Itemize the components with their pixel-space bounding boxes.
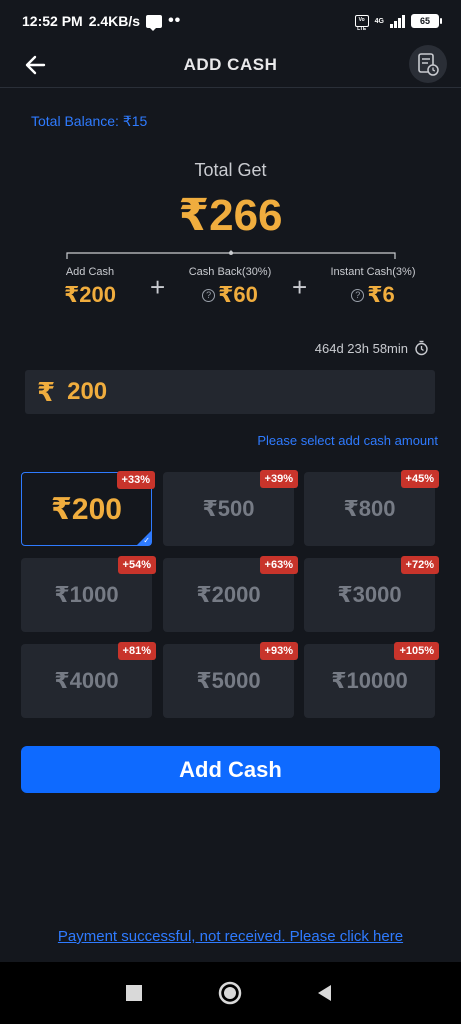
option-value: ₹2000 <box>196 582 261 607</box>
amount-option[interactable]: ₹3000 +72% <box>304 556 439 632</box>
countdown-timer: 464d 23h 58min <box>315 340 429 356</box>
system-nav-bar <box>0 962 461 1024</box>
total-balance: Total Balance: ₹15 <box>31 113 148 129</box>
amount-option[interactable]: ₹10000 +105% <box>304 642 439 718</box>
currency-symbol: ₹ <box>37 376 56 407</box>
stopwatch-icon <box>415 340 428 356</box>
status-dots: •• <box>168 12 182 29</box>
add-cash-button[interactable]: Add Cash <box>21 746 440 793</box>
cash-back-value-wrap: ? ₹60 <box>180 282 280 308</box>
question-circle-icon[interactable]: ? <box>202 288 216 302</box>
app-header: ADD CASH <box>0 42 461 88</box>
instant-cash-value-wrap: ? ₹6 <box>318 282 428 308</box>
status-time: 12:52 PM <box>22 13 83 29</box>
bonus-badge: +81% <box>117 642 156 660</box>
amount-option[interactable]: ₹200 +33% ✓ <box>21 471 155 546</box>
option-value: ₹5000 <box>196 668 261 693</box>
receipt-history-icon <box>418 53 439 76</box>
instant-cash-label: Instant Cash(3%) <box>330 266 416 278</box>
battery-icon: 65 <box>411 14 442 28</box>
status-bar: 12:52 PM 2.4KB/s •• Vo LTE 4G 65 <box>0 0 461 42</box>
total-get-label: Total Get <box>194 160 267 180</box>
plus-sign: + <box>292 272 308 302</box>
cash-back-breakdown: Cash Back(30%) ? ₹60 <box>180 266 280 308</box>
bonus-badge: +63% <box>259 556 298 574</box>
amount-option[interactable]: ₹4000 +81% <box>21 642 156 718</box>
amount-option[interactable]: ₹800 +45% <box>304 470 439 546</box>
bonus-badge: +33% <box>116 471 155 489</box>
triangle-back-icon[interactable] <box>315 983 333 1003</box>
add-cash-label: Add Cash <box>65 266 115 278</box>
amount-option[interactable]: ₹5000 +93% <box>163 642 298 718</box>
option-value: ₹10000 <box>331 668 408 693</box>
cash-breakdown: Add Cash ₹200 Cash Back(30%) ? ₹60 Insta… <box>0 266 461 316</box>
status-left: 12:52 PM 2.4KB/s •• <box>22 12 182 31</box>
signal-icon <box>390 14 405 28</box>
volte-icon: Vo LTE <box>354 15 369 32</box>
question-circle-icon[interactable]: ? <box>351 288 365 302</box>
add-cash-value: ₹200 <box>63 282 116 307</box>
option-value: ₹500 <box>202 496 255 521</box>
amount-input[interactable]: ₹ 200 <box>25 370 435 414</box>
message-icon <box>146 14 163 31</box>
bonus-badge: +72% <box>400 556 439 574</box>
amount-value: 200 <box>67 378 108 405</box>
option-value: ₹800 <box>343 496 396 521</box>
instant-cash-breakdown: Instant Cash(3%) ? ₹6 <box>318 266 428 308</box>
bonus-badge: +45% <box>400 470 439 488</box>
instant-cash-value: ₹6 <box>367 282 395 307</box>
circle-icon[interactable] <box>218 981 242 1005</box>
countdown-text: 464d 23h 58min <box>314 340 408 356</box>
option-value: ₹4000 <box>54 668 119 693</box>
arrow-left-icon[interactable] <box>22 51 50 79</box>
bonus-badge: +54% <box>117 556 156 574</box>
amount-option[interactable]: ₹1000 +54% <box>21 556 156 632</box>
bonus-badge: +105% <box>394 642 439 660</box>
bonus-badge: +39% <box>259 470 298 488</box>
total-get-value: ₹266 <box>178 191 283 240</box>
status-right: Vo LTE 4G 65 <box>354 14 442 32</box>
network-label: 4G <box>374 17 384 25</box>
add-cash-breakdown: Add Cash ₹200 <box>55 266 125 308</box>
status-speed: 2.4KB/s <box>88 13 141 29</box>
option-value: ₹1000 <box>54 582 119 607</box>
page-title: ADD CASH <box>183 54 278 74</box>
cash-back-value: ₹60 <box>218 282 258 307</box>
payment-issue-link[interactable]: Payment successful, not received. Please… <box>0 928 461 945</box>
select-amount-hint: Please select add cash amount <box>257 433 438 448</box>
option-value: ₹200 <box>51 492 122 526</box>
amount-option[interactable]: ₹2000 +63% <box>163 556 298 632</box>
cash-back-label: Cash Back(30%) <box>188 266 272 278</box>
amount-option[interactable]: ₹500 +39% <box>163 470 298 546</box>
square-icon[interactable] <box>125 984 143 1002</box>
bracket-divider <box>66 250 396 259</box>
bonus-badge: +93% <box>259 642 298 660</box>
history-button[interactable] <box>409 45 447 83</box>
option-value: ₹3000 <box>337 582 402 607</box>
plus-sign: + <box>150 272 166 302</box>
check-icon: ✓ <box>143 536 150 545</box>
